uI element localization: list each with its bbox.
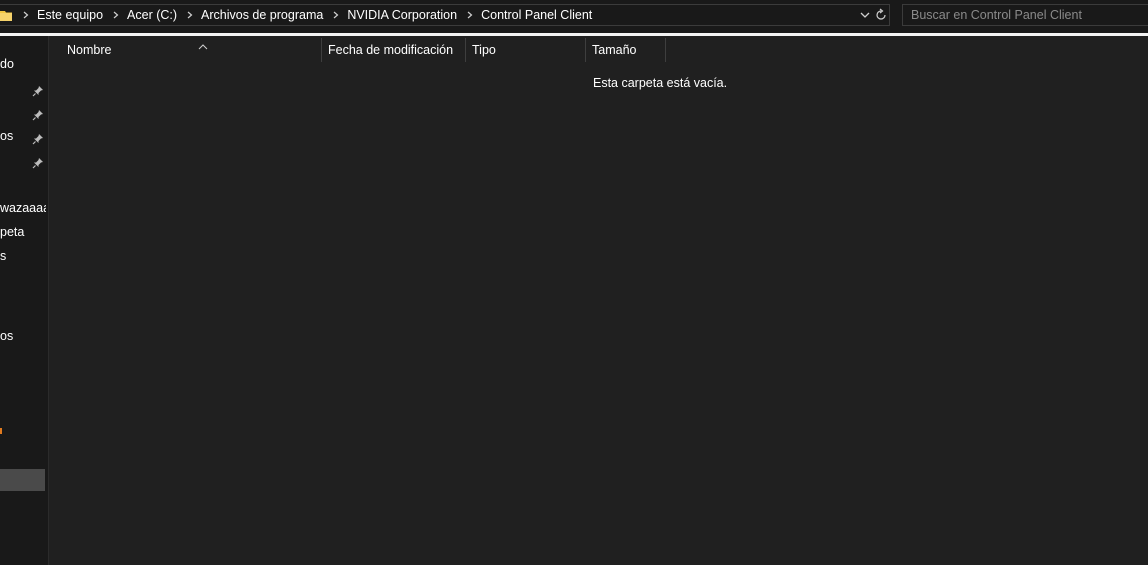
- nav-item-8[interactable]: os: [0, 325, 46, 347]
- breadcrumb-acer-c[interactable]: Acer (C:): [127, 5, 177, 25]
- folder-icon: [0, 10, 12, 22]
- breadcrumb-control-panel-client[interactable]: Control Panel Client: [481, 5, 592, 25]
- breadcrumb: Este equipo Acer (C:) Archivos de progra…: [21, 5, 600, 25]
- column-header-label: Tipo: [472, 43, 496, 57]
- nav-item-7[interactable]: s: [0, 245, 46, 267]
- chevron-right-icon[interactable]: [465, 5, 475, 25]
- chevron-down-icon[interactable]: [859, 8, 871, 22]
- nav-item-label: wazaaaaa: [0, 201, 46, 215]
- chevron-right-icon[interactable]: [21, 5, 31, 25]
- nav-item-2[interactable]: [0, 101, 46, 123]
- nav-item-4[interactable]: [0, 149, 46, 171]
- empty-folder-message: Esta carpeta está vacía.: [593, 76, 728, 90]
- chevron-right-icon[interactable]: [185, 5, 195, 25]
- nav-item-0[interactable]: do: [0, 53, 46, 75]
- column-header-type[interactable]: Tipo: [466, 38, 586, 62]
- address-bar[interactable]: Este equipo Acer (C:) Archivos de progra…: [0, 4, 890, 26]
- nav-item-selected[interactable]: [0, 469, 45, 491]
- column-header-label: Nombre: [67, 43, 112, 57]
- breadcrumb-este-equipo[interactable]: Este equipo: [37, 5, 103, 25]
- chevron-right-icon[interactable]: [111, 5, 121, 25]
- nav-item-1[interactable]: [0, 77, 46, 99]
- refresh-icon[interactable]: [874, 8, 888, 22]
- nav-item-label: s: [0, 249, 7, 263]
- nav-item-label: os: [0, 129, 14, 143]
- nav-item-label: do: [0, 57, 14, 71]
- search-box[interactable]: [902, 4, 1148, 26]
- pin-icon[interactable]: [32, 154, 44, 169]
- nav-item-label: os: [0, 329, 14, 343]
- column-header-modified[interactable]: Fecha de modificación: [322, 38, 466, 62]
- navigation-pane: do os wazaaaaa peta s os: [0, 36, 48, 565]
- chevron-right-icon[interactable]: [331, 5, 341, 25]
- column-header-label: Fecha de modificación: [328, 43, 454, 57]
- column-header-size[interactable]: Tamaño: [586, 38, 666, 62]
- pin-icon[interactable]: [32, 106, 44, 121]
- nav-item-3[interactable]: os: [0, 125, 46, 147]
- breadcrumb-nvidia-corporation[interactable]: NVIDIA Corporation: [347, 5, 457, 25]
- nav-item-6[interactable]: peta: [0, 221, 46, 243]
- pin-icon[interactable]: [32, 130, 44, 145]
- column-header-label: Tamaño: [592, 43, 637, 57]
- nav-item-5[interactable]: wazaaaaa: [0, 197, 46, 219]
- nav-item-label: peta: [0, 225, 25, 239]
- drive-icon-fragment: [0, 428, 2, 434]
- search-input[interactable]: [911, 6, 1147, 24]
- sort-ascending-icon: [198, 34, 208, 50]
- file-list[interactable]: Nombre Fecha de modificación Tipo Tamaño…: [49, 36, 1148, 565]
- pin-icon[interactable]: [32, 82, 44, 97]
- column-header-name[interactable]: Nombre: [61, 38, 322, 62]
- toolbar: Este equipo Acer (C:) Archivos de progra…: [0, 0, 1148, 32]
- breadcrumb-archivos-de-programa[interactable]: Archivos de programa: [201, 5, 323, 25]
